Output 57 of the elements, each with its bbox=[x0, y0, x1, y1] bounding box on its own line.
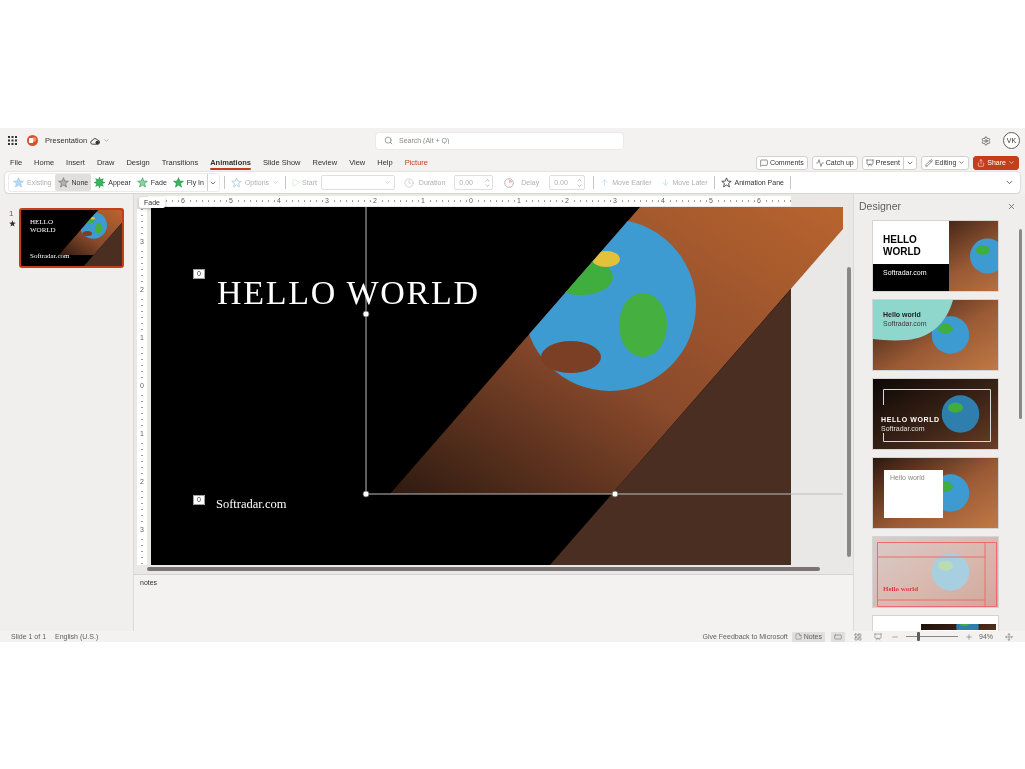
close-button[interactable] bbox=[1007, 201, 1016, 211]
chevron-down-icon bbox=[1005, 178, 1014, 187]
note-icon bbox=[794, 633, 802, 640]
view-button[interactable] bbox=[831, 631, 845, 642]
presentation-icon bbox=[874, 632, 882, 641]
resize-handle[interactable] bbox=[611, 490, 619, 498]
slider-thumb[interactable] bbox=[916, 632, 920, 641]
slide-subtitle[interactable]: Softradar.com bbox=[216, 498, 287, 511]
start-select[interactable] bbox=[320, 175, 395, 190]
horizontal-scrollbar[interactable] bbox=[147, 567, 820, 571]
arrow-up-icon bbox=[600, 178, 610, 187]
resize-handle[interactable] bbox=[362, 490, 370, 498]
star-icon bbox=[172, 177, 184, 188]
chevron-down-icon[interactable] bbox=[103, 137, 111, 144]
resize-handle[interactable] bbox=[362, 310, 370, 318]
four-arrows-icon[interactable] bbox=[1005, 632, 1013, 641]
star-icon bbox=[720, 177, 732, 188]
clock-icon bbox=[403, 177, 414, 188]
starburst-icon bbox=[94, 177, 106, 188]
spinner-arrows-icon[interactable] bbox=[577, 177, 583, 188]
rectangle-icon bbox=[834, 632, 842, 641]
play-icon bbox=[291, 178, 301, 187]
plus-icon[interactable] bbox=[965, 632, 973, 641]
grid-icon bbox=[854, 632, 862, 641]
more-effects-button[interactable] bbox=[206, 174, 218, 191]
arrow-down-icon bbox=[660, 178, 670, 187]
cloud-icon bbox=[90, 136, 101, 145]
star-icon bbox=[13, 177, 24, 188]
search-icon bbox=[384, 135, 393, 145]
vertical-scrollbar[interactable] bbox=[847, 267, 851, 557]
photo-placeholder bbox=[949, 221, 998, 291]
share-icon bbox=[977, 158, 986, 167]
star-icon bbox=[230, 177, 242, 188]
chevron-down-icon bbox=[1008, 159, 1015, 166]
chevron-down-icon bbox=[958, 159, 966, 166]
settings-icon[interactable] bbox=[981, 135, 991, 146]
presentation-icon bbox=[865, 158, 874, 167]
timer-icon bbox=[504, 177, 515, 188]
app-launcher-icon[interactable] bbox=[8, 136, 17, 145]
speech-bubble-icon bbox=[759, 158, 768, 167]
diagonal-shape bbox=[83, 222, 122, 266]
slide-number: 1 bbox=[9, 209, 14, 218]
chevron-down-icon bbox=[272, 179, 280, 186]
view-button[interactable] bbox=[851, 631, 865, 642]
slide-title[interactable]: HELLO WORLD bbox=[217, 276, 480, 310]
vertical-scrollbar[interactable] bbox=[1019, 229, 1022, 419]
view-button[interactable] bbox=[871, 631, 885, 642]
design-title: HELLO WORLD bbox=[883, 234, 922, 258]
star-icon bbox=[136, 177, 148, 188]
pane-title: Designer bbox=[859, 200, 902, 212]
app-logo-icon bbox=[27, 135, 38, 146]
pulse-icon bbox=[815, 158, 824, 167]
pencil-icon bbox=[924, 158, 933, 167]
star-icon bbox=[57, 177, 69, 188]
close-icon bbox=[1007, 201, 1016, 211]
spinner-arrows-icon[interactable] bbox=[485, 177, 491, 188]
chevron-down-icon bbox=[383, 179, 391, 186]
